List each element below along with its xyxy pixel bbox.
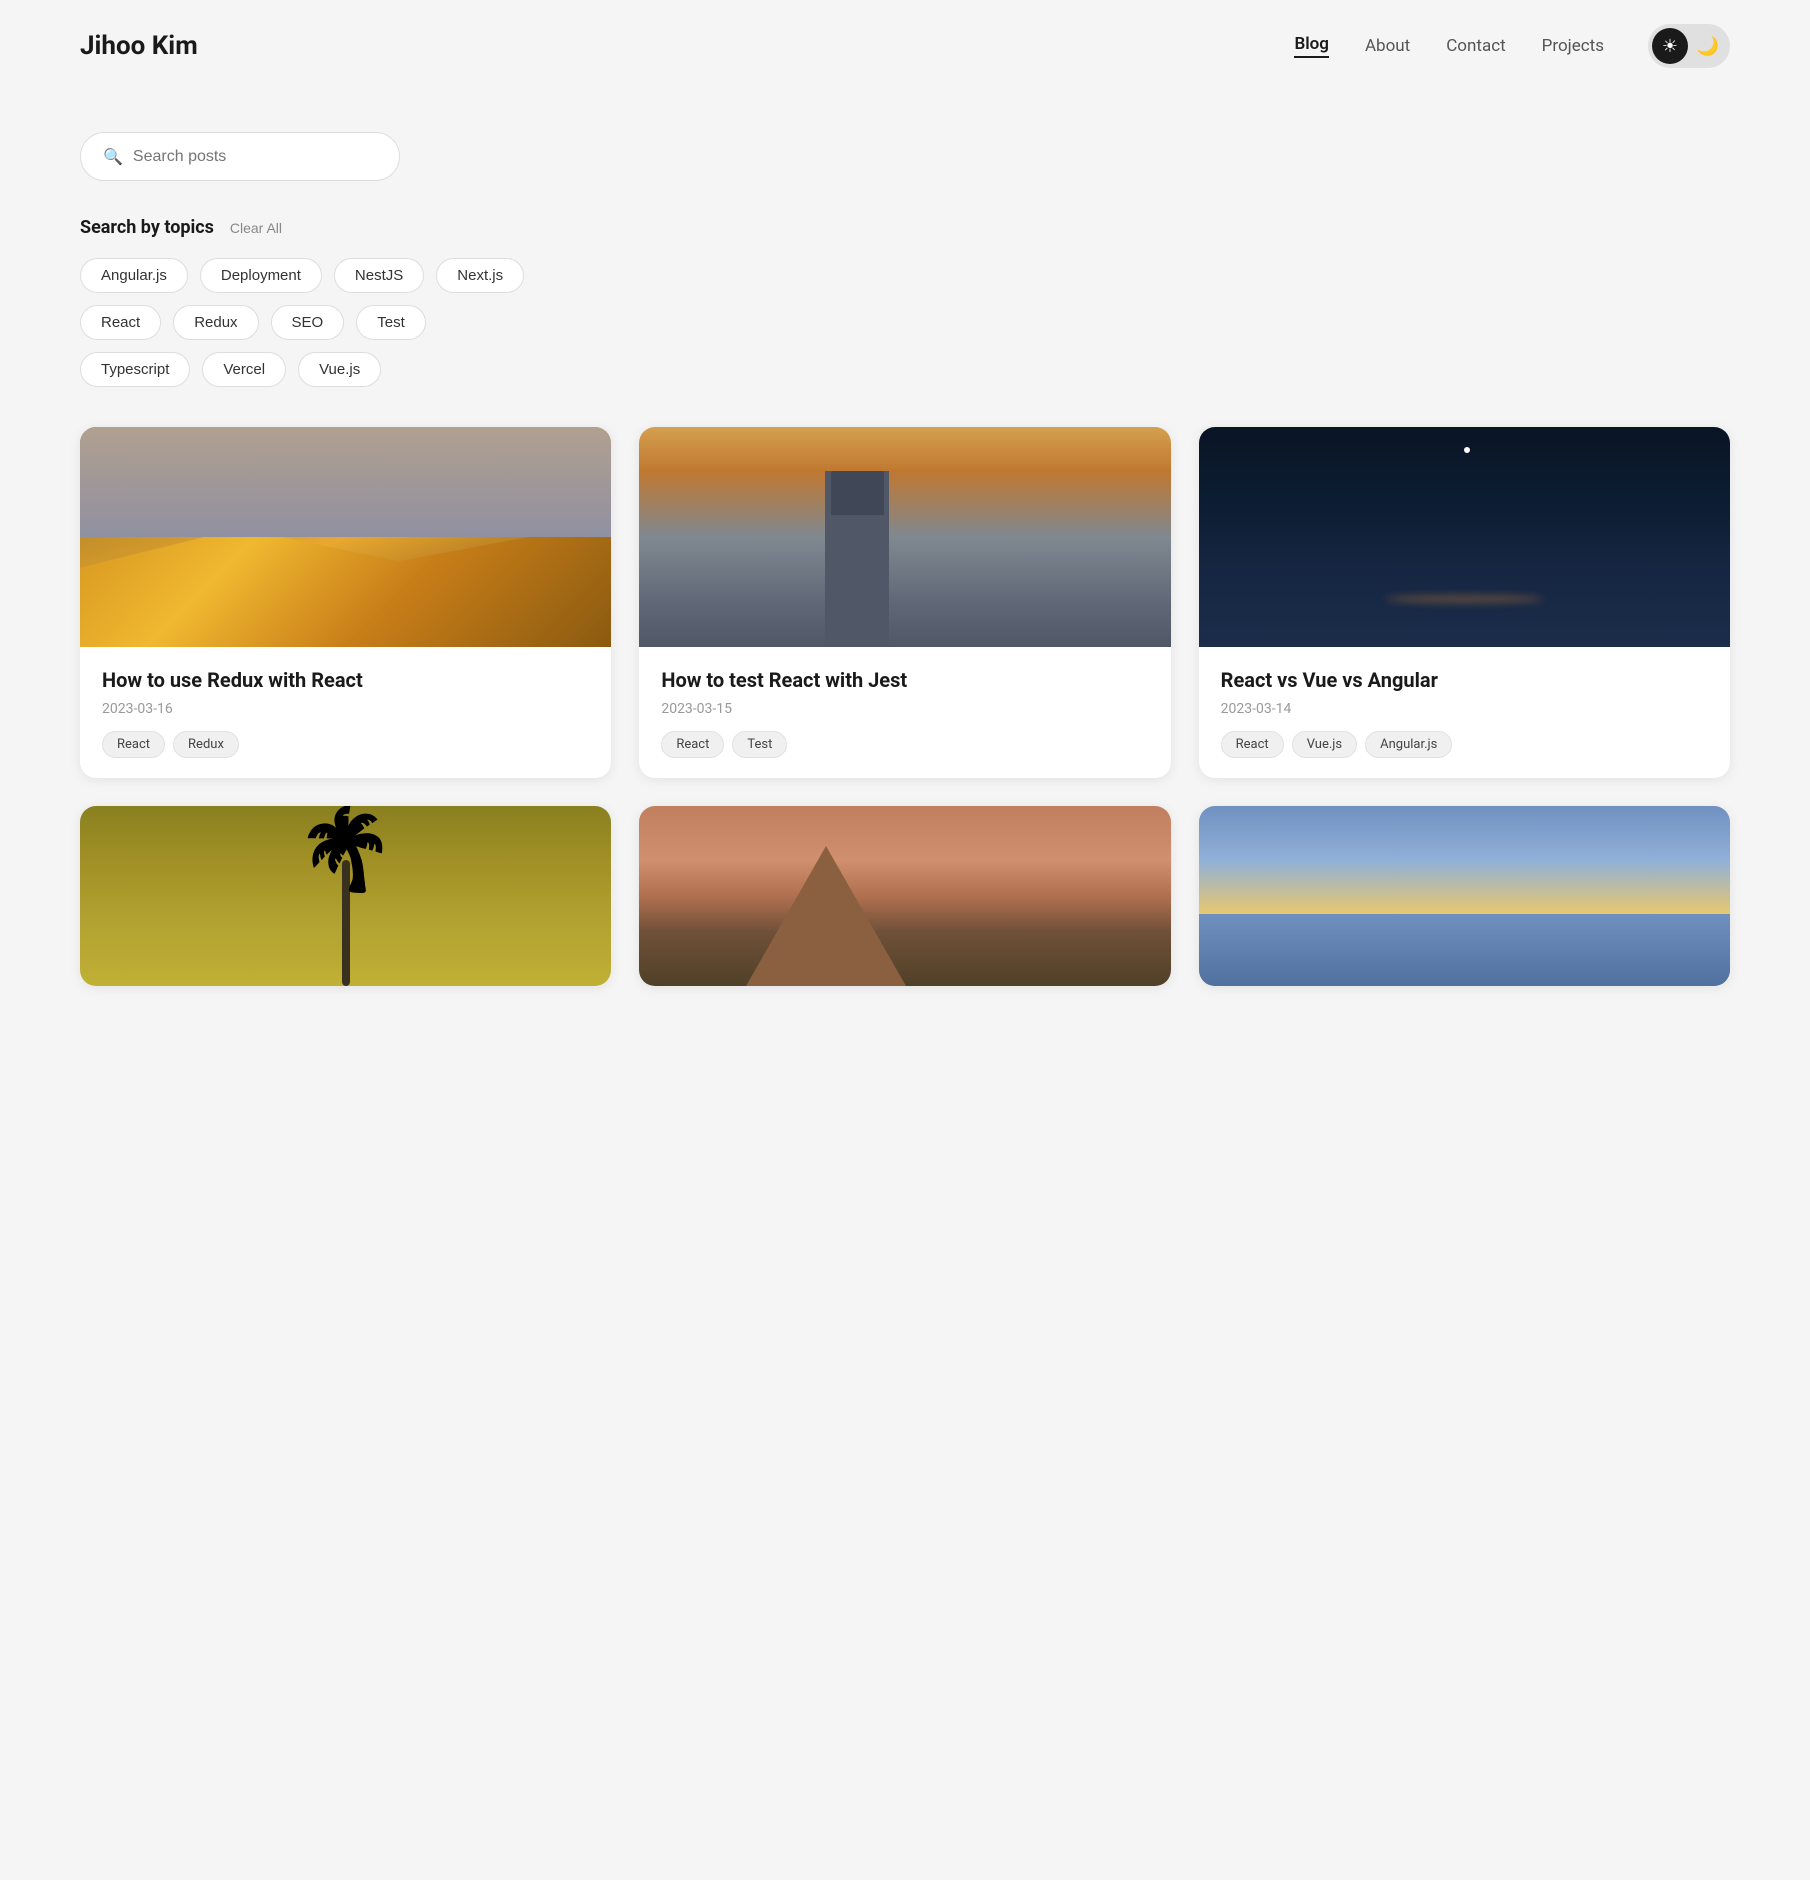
post-card-4[interactable]	[80, 806, 611, 986]
topic-vuejs[interactable]: Vue.js	[298, 352, 381, 387]
topic-seo[interactable]: SEO	[271, 305, 345, 340]
topic-deployment[interactable]: Deployment	[200, 258, 322, 293]
post-card-2-image	[639, 427, 1170, 647]
clear-all-button[interactable]: Clear All	[230, 220, 282, 236]
post-card-6-image	[1199, 806, 1730, 986]
post-card-1-tag-react[interactable]: React	[102, 731, 165, 758]
topics-row-3: Typescript Vercel Vue.js	[80, 352, 1730, 387]
post-card-3-date: 2023-03-14	[1221, 701, 1708, 717]
post-card-6[interactable]	[1199, 806, 1730, 986]
main-nav: Blog About Contact Projects ☀ 🌙	[1294, 24, 1730, 68]
topics-header: Search by topics Clear All	[80, 217, 1730, 238]
post-card-2-tags: React Test	[661, 731, 1148, 758]
site-title: Jihoo Kim	[80, 31, 198, 61]
post-card-2-tag-react[interactable]: React	[661, 731, 724, 758]
post-card-1-date: 2023-03-16	[102, 701, 589, 717]
topic-angularjs[interactable]: Angular.js	[80, 258, 188, 293]
post-card-2-tag-test[interactable]: Test	[732, 731, 787, 758]
post-card-3[interactable]: React vs Vue vs Angular 2023-03-14 React…	[1199, 427, 1730, 778]
post-card-1-title: How to use Redux with React	[102, 667, 589, 693]
post-card-3-tag-angularjs[interactable]: Angular.js	[1365, 731, 1452, 758]
post-card-5-image	[639, 806, 1170, 986]
search-section: 🔍	[80, 132, 1730, 181]
post-card-1-content: How to use Redux with React 2023-03-16 R…	[80, 647, 611, 778]
nav-about[interactable]: About	[1365, 36, 1410, 56]
topics-title: Search by topics	[80, 217, 214, 238]
topic-test[interactable]: Test	[356, 305, 426, 340]
nav-contact[interactable]: Contact	[1446, 36, 1505, 56]
post-card-3-image	[1199, 427, 1730, 647]
search-icon: 🔍	[103, 147, 123, 166]
post-card-3-content: React vs Vue vs Angular 2023-03-14 React…	[1199, 647, 1730, 778]
post-card-1-image	[80, 427, 611, 647]
theme-light-button[interactable]: ☀	[1652, 28, 1688, 64]
search-input[interactable]	[133, 148, 377, 166]
theme-toggle: ☀ 🌙	[1648, 24, 1730, 68]
main-content: 🔍 Search by topics Clear All Angular.js …	[0, 92, 1810, 1026]
nav-projects[interactable]: Projects	[1542, 36, 1604, 56]
topics-row-1: Angular.js Deployment NestJS Next.js	[80, 258, 1730, 293]
post-card-3-tags: React Vue.js Angular.js	[1221, 731, 1708, 758]
topic-react[interactable]: React	[80, 305, 161, 340]
post-card-1[interactable]: How to use Redux with React 2023-03-16 R…	[80, 427, 611, 778]
topic-nextjs[interactable]: Next.js	[436, 258, 524, 293]
posts-grid-row2	[80, 806, 1730, 986]
nav-blog[interactable]: Blog	[1294, 34, 1329, 58]
post-card-4-image	[80, 806, 611, 986]
topics-row-2: React Redux SEO Test	[80, 305, 1730, 340]
post-card-2[interactable]: How to test React with Jest 2023-03-15 R…	[639, 427, 1170, 778]
header: Jihoo Kim Blog About Contact Projects ☀ …	[0, 0, 1810, 92]
theme-dark-button[interactable]: 🌙	[1690, 28, 1726, 64]
post-card-3-title: React vs Vue vs Angular	[1221, 667, 1708, 693]
posts-grid-row1: How to use Redux with React 2023-03-16 R…	[80, 427, 1730, 778]
post-card-1-tag-redux[interactable]: Redux	[173, 731, 239, 758]
topic-vercel[interactable]: Vercel	[202, 352, 286, 387]
post-card-3-tag-vuejs[interactable]: Vue.js	[1292, 731, 1357, 758]
post-card-2-content: How to test React with Jest 2023-03-15 R…	[639, 647, 1170, 778]
post-card-5[interactable]	[639, 806, 1170, 986]
post-card-2-date: 2023-03-15	[661, 701, 1148, 717]
topic-typescript[interactable]: Typescript	[80, 352, 190, 387]
post-card-3-tag-react[interactable]: React	[1221, 731, 1284, 758]
search-box: 🔍	[80, 132, 400, 181]
post-card-1-tags: React Redux	[102, 731, 589, 758]
post-card-2-title: How to test React with Jest	[661, 667, 1148, 693]
topic-redux[interactable]: Redux	[173, 305, 258, 340]
topics-section: Search by topics Clear All Angular.js De…	[80, 217, 1730, 387]
topic-nestjs[interactable]: NestJS	[334, 258, 424, 293]
